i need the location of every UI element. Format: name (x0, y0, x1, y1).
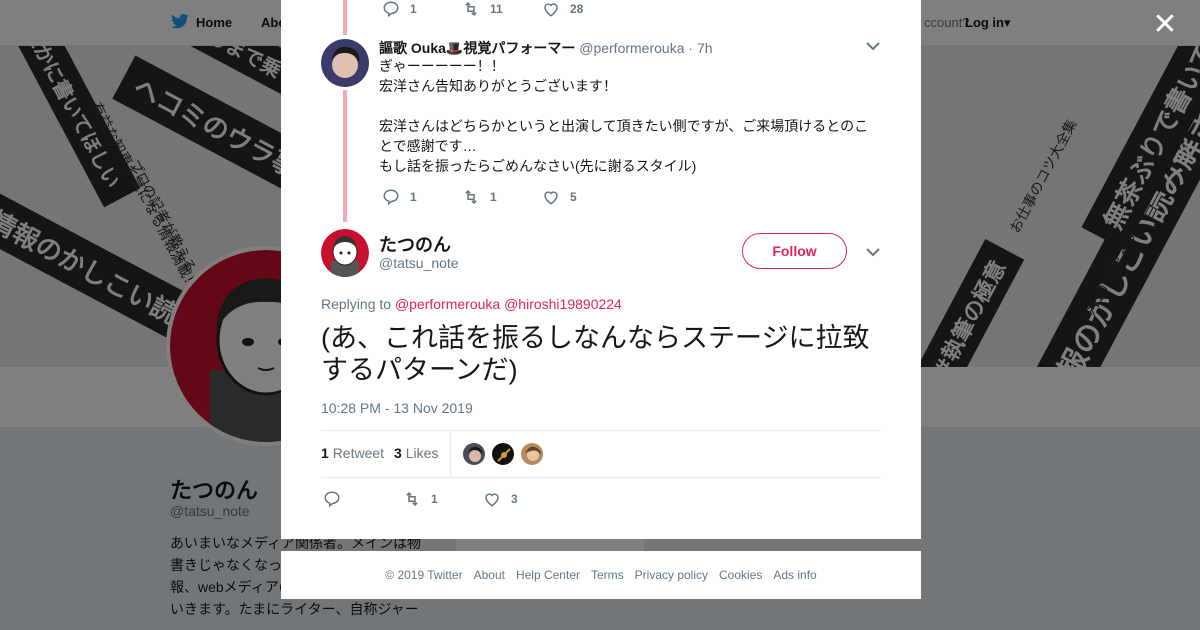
avatar-illustration (321, 229, 369, 277)
retweet-icon (406, 491, 418, 507)
likes-stat[interactable]: 3 Likes (394, 445, 438, 461)
reply-icon (383, 1, 399, 18)
reply-line: 宏洋さんはどちらかというと出演して頂きたい側ですが、ご来場頂けるとのこ (379, 118, 869, 134)
reply-line: ぎゃーーーーー！！ (379, 58, 505, 74)
reply-tweet-text: ぎゃーーーーー！！ 宏洋さん告知ありがとうございます！ 宏洋さんはどちらかという… (379, 56, 879, 176)
replying-prefix: Replying to (321, 296, 392, 312)
main-tweet-timestamp[interactable]: 10:28 PM - 13 Nov 2019 (321, 400, 473, 416)
reply-count: 1 (410, 2, 417, 16)
retweet-icon (465, 1, 477, 17)
like-count: 28 (570, 2, 584, 16)
reply-author-avatar[interactable] (321, 39, 369, 87)
liker-avatar[interactable] (491, 442, 515, 466)
reply-author-line: 謳歌 Ouka🎩視覚パフォーマー @performerouka · 7h (379, 38, 713, 58)
heart-icon (544, 3, 558, 17)
main-author-avatar[interactable] (321, 229, 369, 277)
prev-tweet-actions: 1 11 28 (382, 0, 622, 18)
reply-tweet-actions: 1 1 5 (382, 188, 622, 206)
modal-footer: © 2019 Twitter About Help Center Terms P… (281, 551, 921, 599)
replying-to: Replying to @performerouka @hiroshi19890… (321, 296, 622, 312)
retweet-count: 11 (490, 2, 503, 16)
retweet-stat-count: 1 (321, 445, 329, 461)
like-action[interactable]: 5 (542, 188, 622, 206)
reply-icon (324, 491, 340, 508)
reply-action[interactable]: 1 (382, 188, 462, 206)
like-count: 3 (511, 492, 518, 506)
replying-to-link[interactable]: @hiroshi19890224 (504, 296, 622, 312)
retweet-action[interactable]: 1 (462, 188, 542, 206)
reply-line-blank (379, 96, 879, 116)
retweet-stat[interactable]: 1 Retweet (321, 445, 384, 461)
chevron-down-icon[interactable] (866, 247, 880, 257)
footer-link-ads[interactable]: Ads info (773, 568, 816, 582)
reply-line: とで感謝です… (379, 138, 477, 154)
footer-link-privacy[interactable]: Privacy policy (635, 568, 708, 582)
footer-link-terms[interactable]: Terms (591, 568, 624, 582)
footer-copyright: © 2019 Twitter (385, 568, 463, 582)
avatar-photo (321, 39, 369, 87)
stats-separator (450, 431, 451, 477)
footer-link-cookies[interactable]: Cookies (719, 568, 762, 582)
thread-line (343, 90, 347, 222)
retweet-icon (465, 189, 477, 205)
liker-avatar[interactable] (462, 442, 486, 466)
divider (321, 477, 881, 478)
reply-count: 1 (410, 190, 417, 204)
divider (321, 430, 881, 431)
like-action[interactable]: 3 (483, 490, 563, 508)
main-author-handle[interactable]: @tatsu_note (379, 255, 459, 271)
reply-action[interactable]: 1 (382, 0, 462, 18)
retweet-count: 1 (490, 190, 497, 204)
retweet-count: 1 (431, 492, 438, 506)
like-count: 5 (570, 190, 577, 204)
reply-line: もし話を振ったらごめんなさい(先に謝るスタイル) (379, 158, 697, 174)
liker-avatar[interactable] (520, 442, 544, 466)
like-action[interactable]: 28 (542, 0, 622, 18)
likes-stat-label: Likes (405, 445, 439, 461)
follow-button[interactable]: Follow (742, 233, 847, 269)
reply-time[interactable]: · 7h (688, 40, 712, 56)
heart-icon (485, 493, 499, 507)
heart-icon (544, 191, 558, 205)
tweet-stats: 1 Retweet 3 Likes (321, 445, 438, 461)
footer-link-about[interactable]: About (474, 568, 505, 582)
reply-author-name[interactable]: 謳歌 Ouka🎩視覚パフォーマー (379, 40, 575, 56)
retweet-stat-label: Retweet (332, 445, 385, 461)
replying-to-link[interactable]: @performerouka (395, 296, 500, 312)
chevron-down-icon[interactable] (866, 41, 880, 51)
close-icon[interactable]: ✕ (1150, 10, 1180, 40)
main-author-name[interactable]: たつのん (379, 231, 451, 257)
footer-link-help[interactable]: Help Center (516, 568, 580, 582)
main-tweet-text: (あ、これ話を振るしなんならステージに拉致するパターンだ) (321, 323, 870, 385)
reply-line: 宏洋さん告知ありがとうございます！ (379, 78, 617, 94)
main-tweet-actions: 1 3 (323, 490, 563, 508)
retweet-action[interactable]: 11 (462, 0, 542, 18)
thread-line (343, 0, 347, 35)
reply-action[interactable] (323, 490, 403, 508)
reply-author-handle[interactable]: @performerouka (579, 40, 684, 56)
likes-stat-count: 3 (394, 445, 402, 461)
retweet-action[interactable]: 1 (403, 490, 483, 508)
reply-icon (383, 189, 399, 206)
